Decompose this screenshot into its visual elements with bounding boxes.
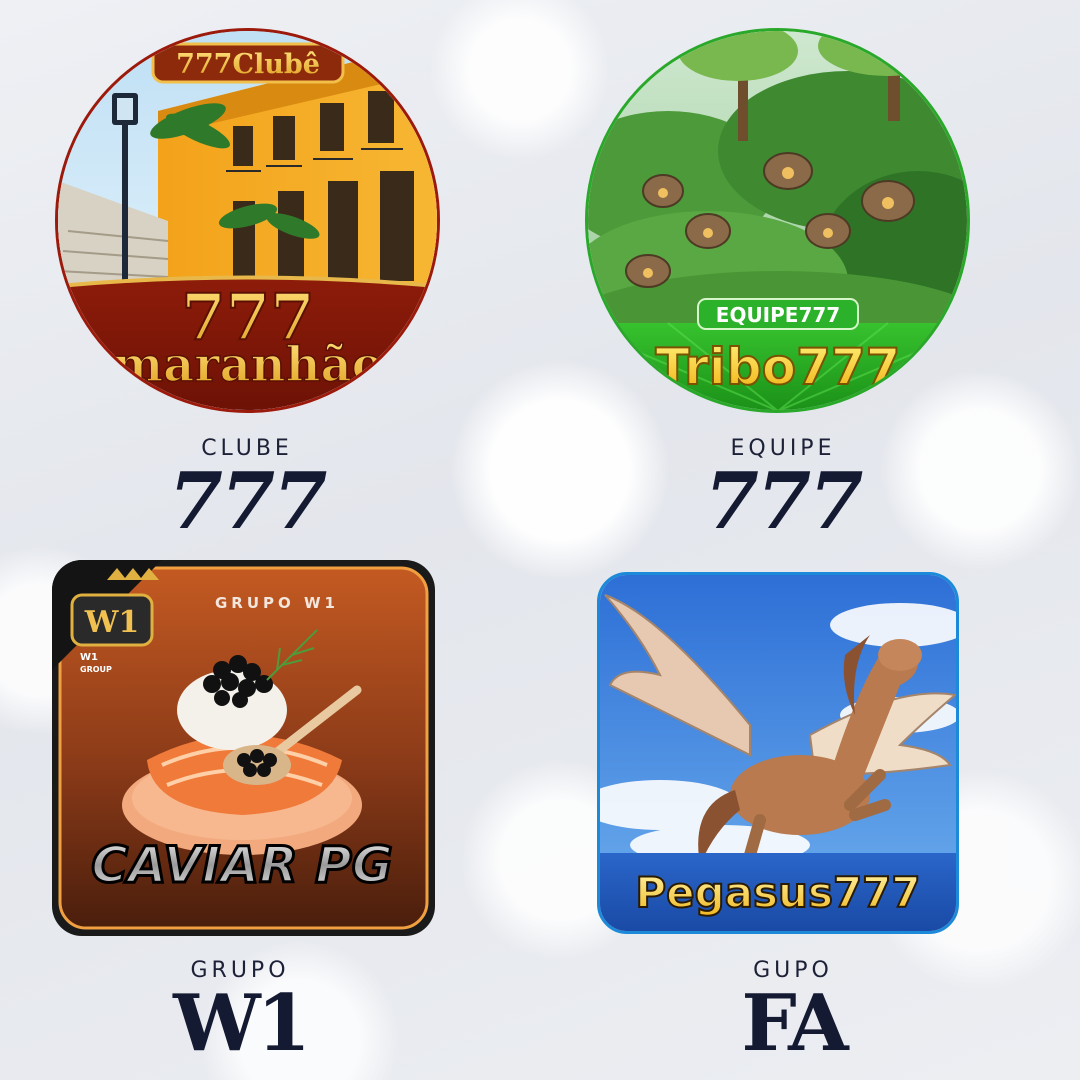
clube777-badge: 777Clubê <box>176 49 320 80</box>
fa-caption: FA <box>741 978 848 1069</box>
tribo777-artwork: EQUIPE777 Tribo777 <box>588 31 967 410</box>
clube777-logo[interactable]: 777Clubê 777 maranhão <box>55 28 440 413</box>
pegasus777-title: Pegasus777 <box>635 868 920 917</box>
tribo777-title: Tribo777 <box>656 338 901 396</box>
tribo777-badge: EQUIPE777 <box>716 303 840 327</box>
clube777-title-name: maranhão <box>112 337 383 393</box>
caviar-pg-logo[interactable]: W1 W1 GROUP GRUPO W1 CAVIAR PG <box>52 560 435 936</box>
caviar-pg-title: CAVIAR PG <box>91 836 393 894</box>
equipe-777-caption: 777 <box>704 456 864 547</box>
caviar-group-label: GRUPO W1 <box>215 594 339 612</box>
clube777-artwork: 777Clubê 777 maranhão <box>58 31 437 410</box>
w1-logo-group: GROUP <box>80 665 112 674</box>
caviar-pg-artwork: W1 W1 GROUP GRUPO W1 CAVIAR PG <box>52 560 429 930</box>
tribo777-logo[interactable]: EQUIPE777 Tribo777 <box>585 28 970 413</box>
w1-logo-sub: W1 <box>80 652 98 663</box>
w1-logo-text: W1 <box>84 605 140 640</box>
w1-caption: W1 <box>173 978 311 1069</box>
pegasus777-artwork: Pegasus777 <box>600 575 956 931</box>
pegasus777-logo[interactable]: Pegasus777 <box>597 572 959 934</box>
clube-777-caption: 777 <box>168 456 328 547</box>
